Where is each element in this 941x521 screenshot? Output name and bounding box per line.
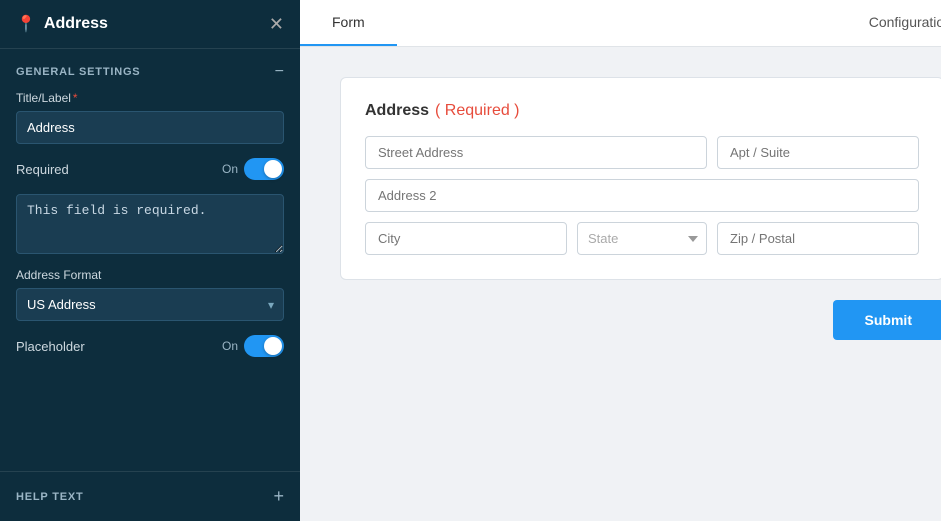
sidebar-header: 📍 Address ✕ [0, 0, 300, 49]
sidebar-title: Address [44, 15, 108, 33]
placeholder-label: Placeholder [16, 339, 85, 354]
zip-input[interactable] [717, 222, 919, 255]
form-area: Address ( Required ) State [300, 47, 941, 521]
form-required-badge: ( Required ) [435, 102, 519, 120]
form-title: Address [365, 102, 429, 120]
submit-row: Submit [340, 300, 941, 340]
address2-input[interactable] [365, 179, 919, 212]
location-icon: 📍 [16, 14, 36, 34]
address-row-1 [365, 136, 919, 169]
title-label-input[interactable] [16, 111, 284, 144]
required-label: Required [16, 162, 69, 177]
placeholder-toggle[interactable] [244, 335, 284, 357]
help-text-label: HELP TEXT [16, 491, 84, 503]
address-format-label: Address Format [16, 268, 284, 282]
apt-suite-input[interactable] [717, 136, 919, 169]
state-select[interactable]: State [577, 222, 707, 255]
required-on-text: On [222, 162, 238, 176]
required-star: * [73, 91, 78, 105]
city-input[interactable] [365, 222, 567, 255]
required-message-input[interactable]: This field is required. [16, 194, 284, 254]
close-icon[interactable]: ✕ [269, 15, 284, 33]
form-card: Address ( Required ) State [340, 77, 941, 280]
collapse-icon[interactable]: − [275, 63, 284, 81]
address-format-field: Address Format US Address International … [16, 268, 284, 321]
help-text-add-icon[interactable]: + [273, 486, 284, 507]
sidebar: 📍 Address ✕ GENERAL SETTINGS − Title/Lab… [0, 0, 300, 521]
title-label-text: Title/Label [16, 91, 71, 105]
help-text-section: HELP TEXT + [0, 471, 300, 521]
address-row-2 [365, 179, 919, 212]
tabs-bar: Form Configuration [300, 0, 941, 47]
general-settings-label: GENERAL SETTINGS [16, 66, 140, 78]
address-fields: State [365, 136, 919, 255]
required-toggle-row: Required On [16, 158, 284, 180]
submit-button[interactable]: Submit [833, 300, 941, 340]
main-content: Form Configuration Address ( Required ) [300, 0, 941, 521]
title-label-field: Title/Label* [16, 91, 284, 144]
required-message-field: This field is required. [16, 194, 284, 254]
street-address-input[interactable] [365, 136, 707, 169]
address-format-select[interactable]: US Address International Canadian [16, 288, 284, 321]
general-settings-header: GENERAL SETTINGS − [0, 49, 300, 91]
tab-form[interactable]: Form [300, 0, 397, 46]
address-row-3: State [365, 222, 919, 255]
tab-configuration[interactable]: Configuration [837, 0, 941, 46]
placeholder-toggle-row: Placeholder On [16, 335, 284, 357]
required-toggle[interactable] [244, 158, 284, 180]
placeholder-on-text: On [222, 339, 238, 353]
form-title-row: Address ( Required ) [365, 102, 919, 120]
sidebar-content: Title/Label* Required On This field is r… [0, 91, 300, 357]
